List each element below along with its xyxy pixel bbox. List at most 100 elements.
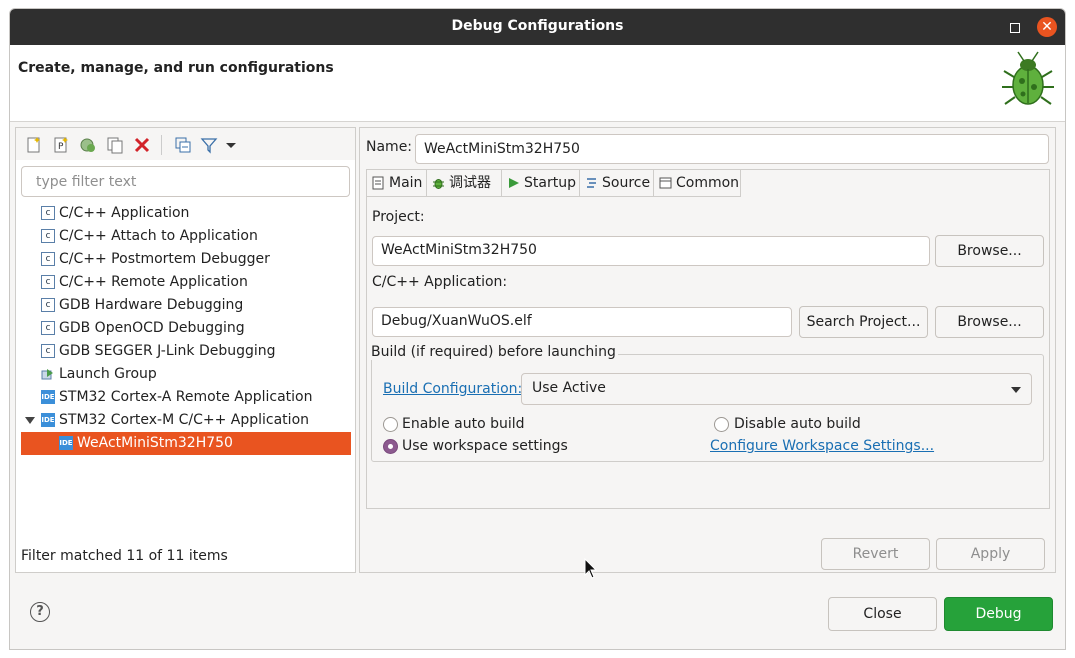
tree-item-stm32-cortex-m[interactable]: IDE STM32 Cortex-M C/C++ Application bbox=[21, 409, 351, 432]
build-group-title: Build (if required) before launching bbox=[371, 344, 618, 360]
browse-application-button[interactable]: Browse... bbox=[935, 306, 1044, 338]
close-window-button[interactable]: ✕ bbox=[1037, 17, 1057, 37]
close-button[interactable]: Close bbox=[828, 597, 937, 631]
revert-button[interactable]: Revert bbox=[821, 538, 930, 570]
play-icon bbox=[509, 178, 519, 188]
search-project-button[interactable]: Search Project... bbox=[799, 306, 928, 338]
tab-main[interactable]: Main bbox=[367, 170, 427, 197]
tree-item-label: STM32 Cortex-A Remote Application bbox=[59, 389, 313, 405]
debug-bug-icon bbox=[1002, 51, 1054, 105]
tree-item-label: GDB SEGGER J-Link Debugging bbox=[59, 343, 276, 359]
close-icon: ✕ bbox=[1041, 19, 1053, 35]
header-description: Create, manage, and run configurations bbox=[18, 60, 334, 76]
tree-item-label: GDB Hardware Debugging bbox=[59, 297, 244, 313]
use-workspace-settings-radio[interactable] bbox=[383, 439, 398, 454]
tab-source[interactable]: Source bbox=[580, 170, 654, 197]
build-configuration-link[interactable]: Build Configuration: bbox=[383, 381, 522, 397]
build-configuration-select[interactable]: Use Active bbox=[521, 373, 1032, 405]
use-workspace-settings-label: Use workspace settings bbox=[402, 438, 568, 454]
configuration-editor-panel: Name: Main 调试器 Startup Source bbox=[359, 127, 1056, 573]
tree-item-launch-group[interactable]: Launch Group bbox=[21, 363, 351, 386]
common-settings-icon bbox=[659, 177, 672, 189]
tree-item-gdb-hardware[interactable]: c GDB Hardware Debugging bbox=[21, 294, 351, 317]
filter-icon[interactable] bbox=[200, 136, 218, 154]
tree-item-label: C/C++ Postmortem Debugger bbox=[59, 251, 270, 267]
c-config-icon: c bbox=[41, 229, 55, 243]
expand-arrow-icon[interactable] bbox=[25, 417, 35, 424]
tree-item-label: STM32 Cortex-M C/C++ Application bbox=[59, 412, 310, 428]
dialog-header: Create, manage, and run configurations bbox=[10, 45, 1065, 122]
tab-common[interactable]: Common bbox=[654, 170, 741, 197]
c-config-icon: c bbox=[41, 206, 55, 220]
tab-label: Main bbox=[389, 175, 423, 191]
launch-group-icon bbox=[41, 369, 53, 380]
tree-item-cpp-postmortem[interactable]: c C/C++ Postmortem Debugger bbox=[21, 248, 351, 271]
enable-auto-build-label: Enable auto build bbox=[402, 416, 525, 432]
debug-button[interactable]: Debug bbox=[944, 597, 1053, 631]
new-config-icon[interactable] bbox=[25, 136, 43, 154]
tree-item-cpp-application[interactable]: c C/C++ Application bbox=[21, 202, 351, 225]
tab-label: 调试器 bbox=[449, 175, 491, 191]
tree-item-label: GDB OpenOCD Debugging bbox=[59, 320, 245, 336]
duplicate-config-icon[interactable] bbox=[106, 136, 124, 154]
application-label: C/C++ Application: bbox=[372, 274, 508, 290]
filter-input[interactable] bbox=[21, 166, 350, 197]
tree-item-label: WeActMiniStm32H750 bbox=[77, 435, 233, 451]
toolbar-separator bbox=[161, 135, 162, 155]
bug-icon bbox=[433, 179, 444, 189]
debug-configurations-dialog: Debug Configurations ✕ Create, manage, a… bbox=[9, 8, 1066, 650]
tree-item-stm32-cortex-a[interactable]: IDE STM32 Cortex-A Remote Application bbox=[21, 386, 351, 409]
config-tabs: Main 调试器 Startup Source Common Project: … bbox=[366, 169, 1050, 509]
source-icon bbox=[587, 178, 596, 188]
ide-icon: IDE bbox=[41, 413, 55, 427]
name-input[interactable] bbox=[415, 134, 1049, 164]
tree-item-weact-config[interactable]: IDE WeActMiniStm32H750 bbox=[21, 432, 351, 455]
tree-item-gdb-openocd[interactable]: c GDB OpenOCD Debugging bbox=[21, 317, 351, 340]
tab-debugger[interactable]: 调试器 bbox=[427, 170, 502, 197]
tree-item-label: C/C++ Attach to Application bbox=[59, 228, 258, 244]
project-field[interactable]: WeActMiniStm32H750 bbox=[372, 236, 930, 266]
disable-auto-build-radio[interactable] bbox=[714, 417, 729, 432]
export-config-icon[interactable] bbox=[79, 136, 97, 154]
disable-auto-build-label: Disable auto build bbox=[734, 416, 861, 432]
apply-button[interactable]: Apply bbox=[936, 538, 1045, 570]
tree-item-label: C/C++ Remote Application bbox=[59, 274, 248, 290]
project-label: Project: bbox=[372, 209, 425, 225]
maximize-button[interactable] bbox=[1004, 17, 1024, 37]
document-icon bbox=[372, 176, 384, 190]
ide-icon: IDE bbox=[59, 436, 73, 450]
c-config-icon: c bbox=[41, 344, 55, 358]
tree-item-cpp-remote[interactable]: c C/C++ Remote Application bbox=[21, 271, 351, 294]
c-config-icon: c bbox=[41, 321, 55, 335]
configure-workspace-link[interactable]: Configure Workspace Settings... bbox=[710, 438, 934, 454]
help-icon[interactable]: ? bbox=[30, 602, 50, 622]
tree-item-label: Launch Group bbox=[59, 366, 157, 382]
tree-item-gdb-segger[interactable]: c GDB SEGGER J-Link Debugging bbox=[21, 340, 351, 363]
c-config-icon: c bbox=[41, 252, 55, 266]
browse-project-button[interactable]: Browse... bbox=[935, 235, 1044, 267]
delete-config-icon[interactable] bbox=[133, 136, 151, 154]
tree-item-label: C/C++ Application bbox=[59, 205, 190, 221]
tab-label: Common bbox=[676, 175, 740, 191]
build-configuration-value: Use Active bbox=[532, 380, 606, 396]
configuration-tree: c C/C++ Application c C/C++ Attach to Ap… bbox=[21, 202, 351, 455]
filter-status: Filter matched 11 of 11 items bbox=[21, 548, 228, 564]
config-toolbar: P bbox=[16, 128, 355, 160]
tree-item-cpp-attach[interactable]: c C/C++ Attach to Application bbox=[21, 225, 351, 248]
tab-startup[interactable]: Startup bbox=[502, 170, 580, 197]
application-field[interactable]: Debug/XuanWuOS.elf bbox=[372, 307, 792, 337]
new-prototype-icon[interactable]: P bbox=[52, 136, 70, 154]
name-label: Name: bbox=[366, 139, 413, 155]
collapse-all-icon[interactable] bbox=[174, 136, 192, 154]
c-config-icon: c bbox=[41, 275, 55, 289]
svg-text:P: P bbox=[58, 142, 64, 152]
enable-auto-build-radio[interactable] bbox=[383, 417, 398, 432]
configuration-list-panel: P c C/C++ Application c C/C++ Attach to … bbox=[15, 127, 356, 573]
chevron-down-icon bbox=[1011, 387, 1021, 393]
ide-icon: IDE bbox=[41, 390, 55, 404]
window-title: Debug Configurations bbox=[451, 18, 624, 34]
mouse-cursor-icon bbox=[584, 558, 598, 579]
title-bar: Debug Configurations ✕ bbox=[10, 9, 1065, 45]
tab-label: Startup bbox=[524, 175, 576, 191]
chevron-down-icon[interactable] bbox=[222, 136, 240, 154]
